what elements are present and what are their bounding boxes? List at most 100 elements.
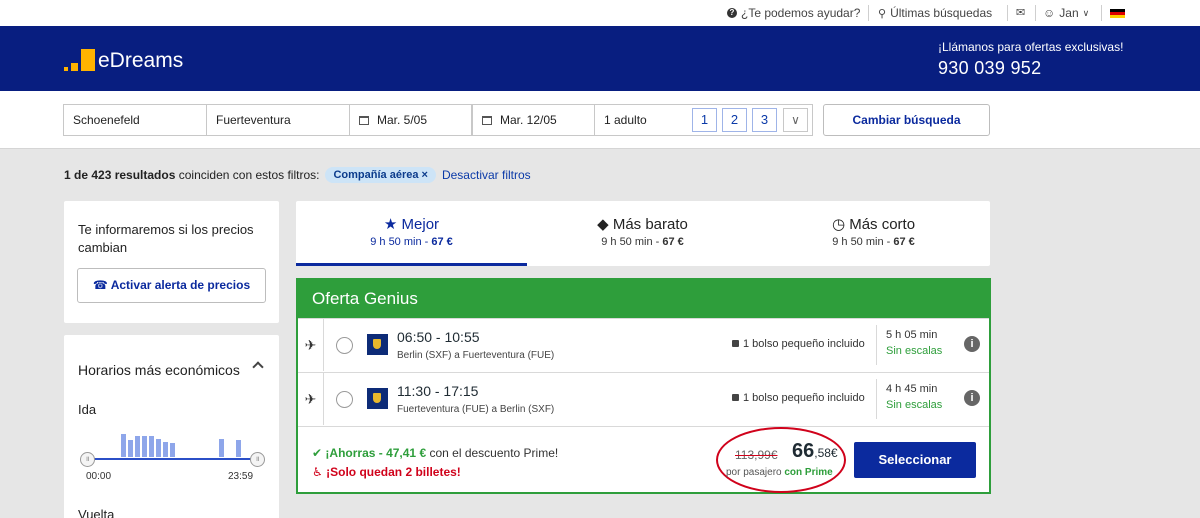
schedule-title: Horarios más económicos (78, 362, 240, 378)
user-menu[interactable]: ☺ Jan ∨ (1043, 6, 1089, 20)
calendar-icon (482, 116, 492, 125)
original-price: 113,99€ (735, 448, 778, 462)
disable-filters-link[interactable]: Desactivar filtros (442, 168, 531, 182)
calendar-icon (359, 116, 369, 125)
tab-best-label: Mejor (401, 216, 440, 233)
call-us-text: ¡Llámanos para ofertas exclusivas! (938, 40, 1124, 54)
change-search-button[interactable]: Cambiar búsqueda (823, 104, 990, 136)
return-duration: 4 h 45 min (886, 383, 938, 395)
german-flag-icon[interactable] (1110, 9, 1125, 18)
departure-time-histogram (86, 425, 266, 457)
outbound-baggage: 1 bolso pequeño incluido (732, 338, 865, 350)
pax-dropdown[interactable]: ∨ (783, 108, 808, 132)
pax-option-3[interactable]: 3 (752, 108, 777, 132)
landing-icon: ✈ (298, 373, 324, 425)
results-text: coinciden con estos filtros: (178, 168, 320, 182)
ryanair-logo-icon (367, 334, 388, 355)
activate-price-alert-button[interactable]: ☎ Activar alerta de precios (77, 268, 266, 303)
return-baggage-label: 1 bolso pequeño incluido (743, 392, 865, 404)
info-icon[interactable]: i (964, 336, 980, 352)
outbound-duration: 5 h 05 min (886, 329, 938, 341)
outbound-route: Berlin (SXF) a Fuerteventura (FUE) (397, 350, 555, 361)
filter-summary: 1 de 423 resultados coinciden con estos … (64, 167, 531, 183)
sort-tabs: ★ Mejor 9 h 50 min - 67 € ◆ Más barato 9… (296, 201, 990, 266)
return-date-field[interactable]: Mar. 12/05 (472, 104, 595, 136)
schedule-filter-card: Horarios más económicos Ida ॥ ॥ 00:00 23… (64, 335, 279, 518)
slider-handle-end[interactable]: ॥ (250, 452, 265, 467)
close-icon[interactable]: × (422, 169, 428, 181)
pax-option-2[interactable]: 2 (722, 108, 747, 132)
origin-field[interactable]: Schoenefeld (63, 104, 207, 136)
departure-time-slider-track[interactable] (86, 458, 256, 460)
chevron-down-icon: ∨ (791, 113, 800, 127)
help-link[interactable]: ? ¿Te podemos ayudar? (727, 6, 860, 20)
outbound-leg-row[interactable]: ✈ 06:50 - 10:55 Berlin (SXF) a Fuerteven… (298, 318, 989, 371)
slider-handle-start[interactable]: ॥ (80, 452, 95, 467)
seats-left-label: ¡Solo quedan 2 billetes! (326, 465, 461, 479)
search-bar: Schoenefeld Fuerteventura Mar. 5/05 Mar.… (0, 91, 1200, 149)
return-route: Fuerteventura (FUE) a Berlin (SXF) (397, 404, 555, 415)
phone-number[interactable]: 930 039 952 (938, 58, 1123, 79)
results-summary: 1 de 423 resultados coinciden con estos … (64, 168, 319, 182)
info-icon[interactable]: i (964, 390, 980, 406)
question-icon: ? (727, 8, 737, 18)
search-icon: ⚲ (878, 7, 887, 20)
divider (1007, 5, 1008, 21)
outbound-times: 06:50 - 10:55 (397, 329, 480, 345)
mail-icon: ✉ (1016, 7, 1026, 19)
tab-best-sub: 9 h 50 min - 67 € (296, 236, 527, 248)
return-label: Vuelta (78, 507, 115, 518)
seats-left-warning: ♿ ¡Solo quedan 2 billetes! (312, 465, 461, 479)
outbound-radio[interactable] (336, 337, 353, 354)
tab-cheapest-duration: 9 h 50 min - (601, 236, 663, 248)
prime-price: 66,58€ (792, 440, 838, 463)
help-label: ¿Te podemos ayudar? (741, 6, 861, 20)
bell-icon: ☎ (92, 278, 108, 292)
slider-end-label: 23:59 (228, 471, 254, 482)
tab-cheapest-label: Más barato (612, 216, 688, 233)
star-icon: ★ (383, 216, 398, 233)
savings-amount: ¡Ahorras - 47,41 € (325, 446, 427, 460)
tab-best-duration: 9 h 50 min - (370, 236, 432, 248)
price-integer: 66 (792, 440, 815, 462)
takeoff-icon: ✈ (298, 319, 324, 371)
divider (1101, 5, 1102, 21)
slider-start-label: 00:00 (86, 471, 112, 482)
money-icon: ◆ (597, 216, 609, 233)
depart-date-field[interactable]: Mar. 5/05 (349, 104, 472, 136)
recent-searches-link[interactable]: ⚲ Últimas búsquedas (878, 6, 992, 20)
ryanair-logo-icon (367, 388, 388, 409)
tab-shortest-price: 67 € (893, 236, 915, 248)
destination-field[interactable]: Fuerteventura (206, 104, 350, 136)
recent-searches-label: Últimas búsquedas (890, 6, 993, 20)
chip-label: Compañía aérea (333, 169, 419, 181)
pax-option-1[interactable]: 1 (692, 108, 717, 132)
tab-best-title: ★ Mejor (296, 215, 527, 233)
tab-cheapest[interactable]: ◆ Más barato 9 h 50 min - 67 € (527, 201, 758, 266)
outbound-stops: Sin escalas (886, 345, 943, 357)
activate-price-alert-label: Activar alerta de precios (110, 278, 251, 292)
chevron-up-icon[interactable] (252, 361, 264, 373)
logo-mark-icon (64, 48, 96, 72)
tab-shortest-label: Más corto (849, 216, 916, 233)
airline-filter-chip[interactable]: Compañía aérea × (325, 167, 436, 183)
call-us-block: ¡Llámanos para ofertas exclusivas! 930 0… (938, 40, 1123, 79)
savings-text: con el descuento Prime! (429, 446, 559, 460)
edreams-logo[interactable]: eDreams (64, 48, 183, 72)
results-count: 1 de 423 resultados (64, 168, 176, 182)
depart-date-value: Mar. 5/05 (377, 113, 428, 127)
user-icon: ☺ (1043, 6, 1056, 20)
site-header: eDreams ¡Llámanos para ofertas exclusiva… (0, 26, 1200, 91)
return-radio[interactable] (336, 391, 353, 408)
select-button[interactable]: Seleccionar (854, 442, 976, 478)
tab-best[interactable]: ★ Mejor 9 h 50 min - 67 € (296, 201, 527, 266)
offer-footer: ✔ ¡Ahorras - 47,41 € con el descuento Pr… (298, 426, 989, 493)
tab-best-price: 67 € (431, 236, 453, 248)
mail-button[interactable]: ✉ (1016, 6, 1025, 19)
tab-shortest[interactable]: ◷ Más corto 9 h 50 min - 67 € (758, 201, 989, 266)
return-leg-row[interactable]: ✈ 11:30 - 17:15 Fuerteventura (FUE) a Be… (298, 372, 989, 425)
prime-label: con Prime (784, 467, 833, 478)
tab-shortest-title: ◷ Más corto (758, 215, 989, 233)
price-alert-card: Te informaremos si los precios cambian ☎… (64, 201, 279, 323)
bag-icon (732, 394, 739, 401)
